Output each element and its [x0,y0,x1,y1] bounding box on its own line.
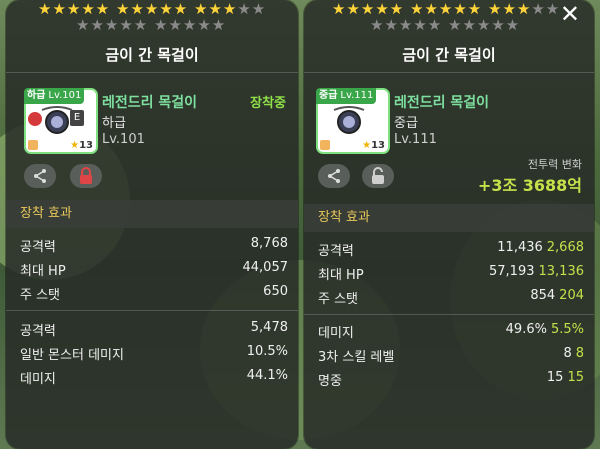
divider [304,314,594,315]
power-change-label: 전투력 변화 [527,158,582,171]
tradeable-icon [320,140,330,150]
item-icon: 중급 Lv.111 ★13 [316,88,390,154]
stat-diff: 204 [559,288,584,303]
item-icon: 하급 Lv.101 E ★13 [24,88,98,154]
share-button[interactable] [24,164,56,188]
stat-value: 44.1% [246,368,288,383]
stat-label: 공격력 [318,244,354,259]
stat-value: 15 15 [546,370,584,385]
stat-row: 명중 15 15 [318,370,584,390]
stat-value: 57,193 13,136 [489,264,584,279]
star-force-display: ★★★★★ ★★★★★ ★★★★★ ★★★★★ ★★★★★ [304,0,594,34]
lock-icon [80,167,92,184]
divider [304,72,594,73]
stat-label: 공격력 [20,240,56,255]
item-level: Lv.111 [394,132,437,147]
item-name: 레전드리 목걸이 [394,95,490,111]
star-force-empty: ★★ [531,0,561,18]
compare-item-tooltip: ★★★★★ ★★★★★ ★★★★★ ★★★★★ ★★★★★ ✕ 금이 간 목걸이… [304,0,594,449]
necklace-icon [41,106,73,134]
stat-diff: 2,668 [546,240,584,255]
stat-row: 데미지 49.6% 5.5% [318,322,584,342]
star-count: ★13 [362,140,385,151]
power-change-value: +3조 3688억 [477,176,582,195]
section-header-equip-effect: 장착 효과 [304,204,594,232]
stat-row: 공격력 5,478 [20,320,288,340]
item-level: Lv.101 [102,132,145,147]
stat-diff: 15 [567,370,584,385]
stat-row: 최대 HP 57,193 13,136 [318,264,584,284]
stat-diff: 8 [575,346,584,361]
equipped-badge: E [70,110,84,126]
stat-row: 최대 HP 44,057 [20,260,288,280]
stat-value: 88 [563,346,584,361]
grade-tag: 하급 Lv.101 [24,88,85,104]
share-icon [34,169,46,183]
star-force-empty: ★★★★★ ★★★★★ [76,16,227,34]
item-grade: 하급 [102,116,126,131]
item-title: 금이 간 목걸이 [402,46,496,64]
stat-value: 44,057 [242,260,289,275]
stat-diff: 13,136 [538,264,585,279]
equipped-item-tooltip: ★★★★★ ★★★★★ ★★★★★ ★★★★★ ★★★★★ 금이 간 목걸이 하… [6,0,298,449]
share-icon [328,169,340,183]
unlock-button[interactable] [362,164,394,188]
stat-label: 주 스탯 [318,292,359,307]
stat-diff: 5.5% [550,322,584,337]
star-force-display: ★★★★★ ★★★★★ ★★★★★ ★★★★★ ★★★★★ [6,0,298,34]
star-force-empty: ★★★★★ ★★★★★ [370,16,521,34]
stat-label: 일반 몬스터 데미지 [20,348,124,363]
stat-value: 5,478 [250,320,288,335]
stat-row: 주 스탯 650 [20,284,288,304]
stat-row: 일반 몬스터 데미지 10.5% [20,344,288,364]
stat-value: 49.6% 5.5% [505,322,584,337]
stat-label: 주 스탯 [20,288,61,303]
stat-label: 공격력 [20,324,56,339]
stat-value: 854 204 [530,288,584,303]
stat-label: 명중 [318,374,342,389]
stat-value: 11,436 2,668 [497,240,584,255]
stat-row: 공격력 8,768 [20,236,288,256]
stat-label: 최대 HP [318,268,364,283]
tradeable-icon [28,140,38,150]
item-title: 금이 간 목걸이 [105,46,199,64]
stat-value: 650 [263,284,288,299]
unlock-icon [372,167,384,184]
star-force-empty: ★★ [237,0,267,18]
section-header-equip-effect: 장착 효과 [6,200,298,228]
equipped-label: 장착중 [250,96,286,111]
share-button[interactable] [318,164,350,188]
item-grade: 중급 [394,116,418,131]
stat-value: 8,768 [250,236,288,251]
stat-label: 최대 HP [20,264,66,279]
stat-label: 3차 스킬 레벨 [318,350,395,365]
stat-row: 주 스탯 854 204 [318,288,584,308]
necklace-icon [333,106,365,134]
divider [6,72,298,73]
star-count: ★13 [70,140,93,151]
grade-tag: 중급 Lv.111 [316,88,377,104]
close-button[interactable]: ✕ [560,2,580,26]
lock-button[interactable] [70,164,102,188]
stat-row: 데미지 44.1% [20,368,288,388]
stat-label: 데미지 [318,326,354,341]
stat-row: 3차 스킬 레벨 88 [318,346,584,366]
stat-row: 공격력 11,436 2,668 [318,240,584,260]
item-name: 레전드리 목걸이 [102,95,198,111]
divider [6,310,298,311]
stat-value: 10.5% [246,344,288,359]
stat-label: 데미지 [20,372,56,387]
